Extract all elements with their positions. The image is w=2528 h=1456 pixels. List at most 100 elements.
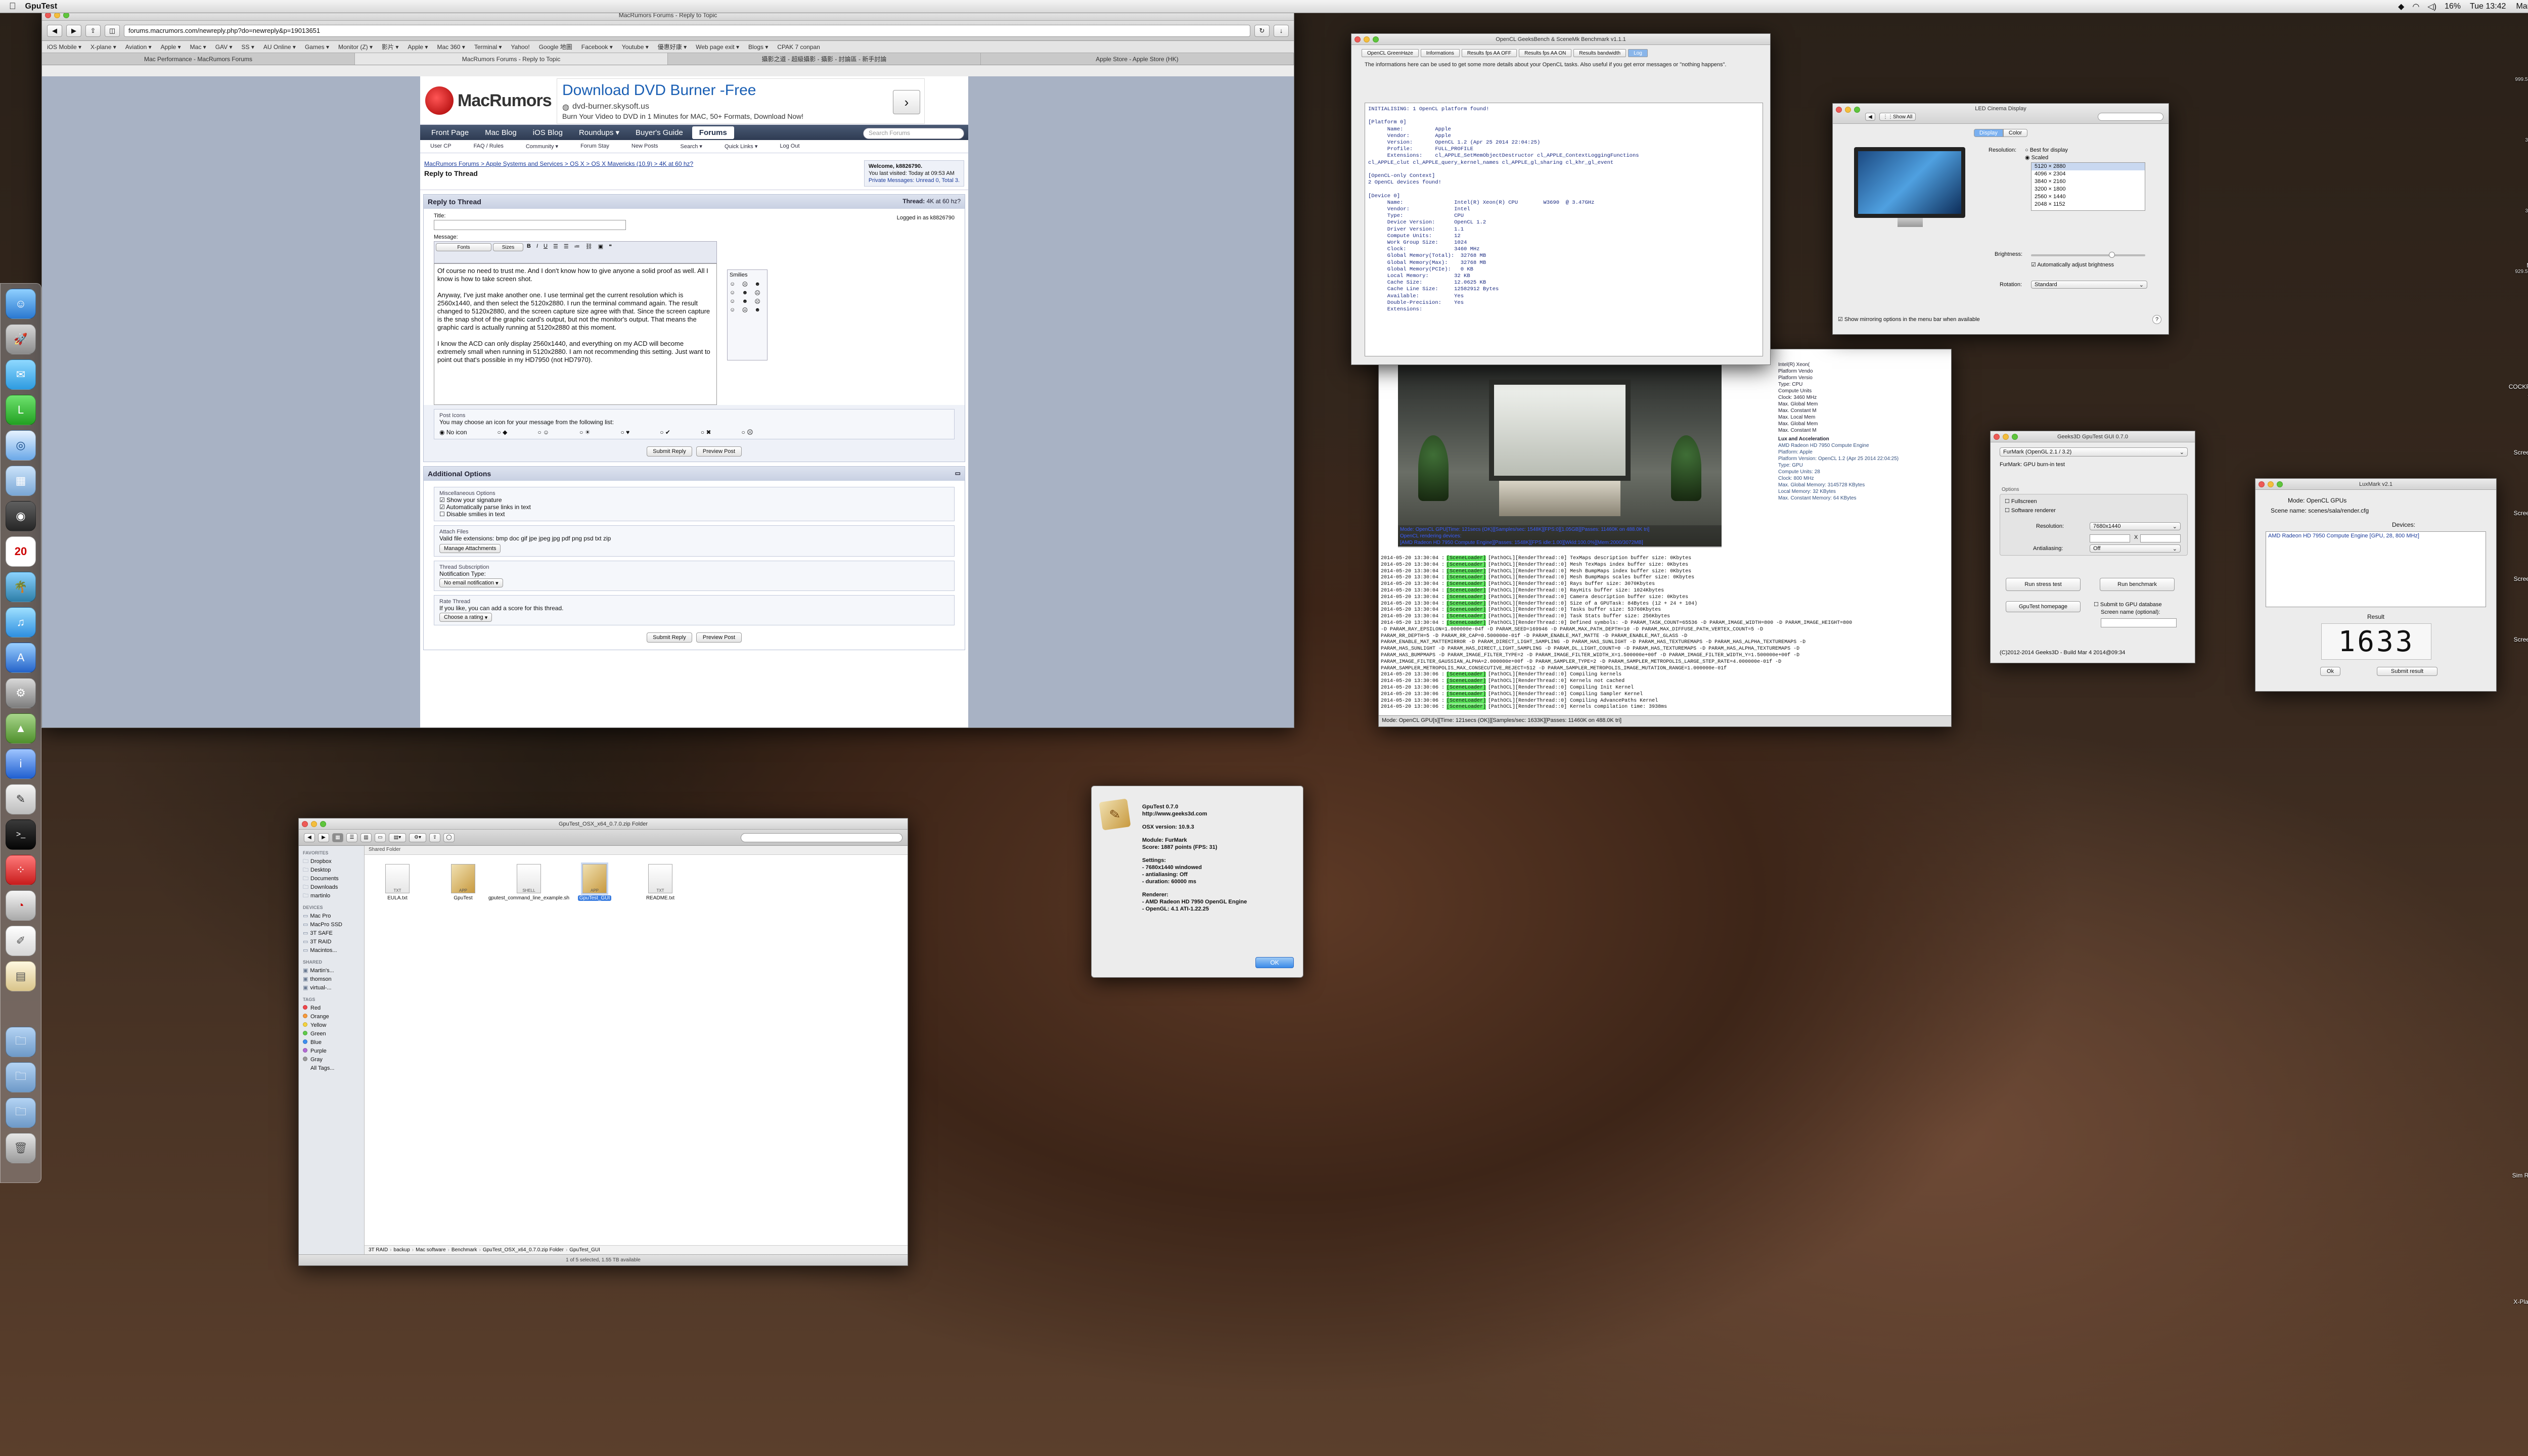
trash-icon[interactable]: 🗑 [6, 1133, 36, 1163]
help-icon[interactable]: ? [2152, 315, 2161, 324]
forum-nav-item[interactable]: Front Page [424, 126, 476, 139]
image-icon[interactable]: ▣ [596, 243, 605, 261]
smiley-icon[interactable]: ☹ [742, 281, 753, 288]
path-segment[interactable]: GpuTest_GUI [569, 1247, 600, 1253]
sidebar-item[interactable]: ▭ 3T SAFE [303, 929, 360, 938]
action-button[interactable]: ⚙▾ [409, 833, 426, 842]
submit-db-checkbox[interactable]: ☐ Submit to GPU database [2094, 601, 2162, 608]
desktop-icon[interactable]: ▣Screen Shot 2014-05...t 13.27.00 [2508, 415, 2528, 463]
bottle-icon[interactable]: ▲ [6, 713, 36, 744]
smiley-icon[interactable]: ☹ [754, 290, 765, 296]
forum-subnav-item[interactable]: Quick Links ▾ [725, 143, 757, 150]
bookmark-item[interactable]: 影片 ▾ [382, 42, 398, 51]
notification-select[interactable]: No email notification ▾ [439, 578, 503, 587]
opencl-log[interactable]: INITIALISING: 1 OpenCL platform found! [… [1365, 103, 1763, 356]
browser-tab[interactable]: Mac Performance - MacRumors Forums [42, 53, 355, 65]
bookmark-item[interactable]: 優惠好康 ▾ [658, 42, 687, 51]
preview-post-button-bottom[interactable]: Preview Post [696, 632, 742, 643]
run-benchmark-button[interactable]: Run benchmark [2100, 578, 2175, 591]
smiley-icon[interactable]: ☻ [742, 298, 753, 305]
back-button[interactable]: ◀ [1865, 113, 1875, 121]
calendar-icon[interactable]: 20 [6, 536, 36, 567]
zoom-button[interactable] [2012, 434, 2018, 440]
preview-post-button[interactable]: Preview Post [696, 446, 742, 457]
bookmark-item[interactable]: Yahoo! [511, 43, 530, 51]
best-for-display-radio[interactable]: ○ Best for display [2025, 147, 2068, 153]
dropbox-icon[interactable]: ◆ [2394, 2, 2408, 12]
bookmark-item[interactable]: GAV ▾ [215, 43, 233, 51]
app-menu[interactable]: GpuTest [25, 2, 58, 11]
resolution-option[interactable]: 2048 × 1152 [2032, 201, 2145, 208]
info-icon[interactable]: i [6, 749, 36, 779]
resolution-option[interactable]: 4096 × 2304 [2032, 170, 2145, 178]
file-item[interactable]: SHELL gputest_command_line_example.sh [488, 864, 569, 901]
forum-subnav-item[interactable]: New Posts [631, 143, 658, 150]
desktop-icon[interactable]: ≡X-Plane Installer Log.txt [2508, 1264, 2528, 1305]
share-button[interactable]: ⇪ [85, 24, 101, 37]
smiley-icon[interactable]: ☻ [754, 281, 765, 288]
display-search-input[interactable] [2098, 113, 2163, 121]
bookmark-item[interactable]: X-plane ▾ [91, 43, 116, 51]
desktop-icon[interactable]: ▭3T RAID3 TB, 1.55 TB free [2508, 167, 2528, 214]
bookmark-item[interactable]: Aviation ▾ [125, 43, 152, 51]
file-item[interactable]: APP GpuTest [440, 864, 486, 901]
bold-icon[interactable]: B [525, 243, 533, 261]
desktop-icon[interactable]: WCOCKPIT CREW ROSTER 2...50411.doc [2508, 349, 2528, 397]
post-icon-radio[interactable]: ○ ♥ [621, 429, 630, 436]
forum-nav-item[interactable]: Forums [692, 126, 734, 139]
gputest-homepage-button[interactable]: GpuTest homepage [2006, 601, 2081, 612]
show-all-button[interactable]: ⋮⋮ Show All [1879, 113, 1916, 121]
menubar-clock[interactable]: Tue 13:42 [2465, 2, 2511, 11]
desktop-icon[interactable]: ▣Screen Shot 2014-05...t 13.41.31 [2508, 602, 2528, 650]
forward-button[interactable]: ▶ [318, 833, 329, 842]
bookmark-item[interactable]: Blogs ▾ [748, 43, 768, 51]
messages-icon[interactable]: ✉ [6, 359, 36, 390]
submit-result-button[interactable]: Submit result [2377, 667, 2437, 676]
apple-icon[interactable]:  [0, 1, 25, 12]
bookmark-item[interactable]: Mac ▾ [190, 43, 206, 51]
wifi-icon[interactable]: ◠ [2408, 2, 2423, 12]
bookmark-item[interactable]: Terminal ▾ [474, 43, 502, 51]
terminal-icon[interactable]: >_ [6, 820, 36, 850]
italic-icon[interactable]: I [534, 243, 540, 261]
zoom-button[interactable] [2277, 481, 2283, 487]
minimize-button[interactable] [1364, 36, 1370, 42]
sidebar-item[interactable]: 🗀 Dropbox [303, 857, 360, 866]
forum-subnav-item[interactable]: Forum Stay [580, 143, 609, 150]
zoom-button[interactable] [1854, 107, 1860, 113]
test-select[interactable]: FurMark (OpenGL 2.1 / 3.2) ⌄ [2000, 447, 2188, 457]
sidebar-item[interactable]: ▭ Macintos... [303, 946, 360, 955]
back-button[interactable]: ◀ [47, 24, 62, 37]
share-button[interactable]: ⇪ [429, 833, 440, 842]
path-segment[interactable]: Benchmark [452, 1247, 477, 1253]
rating-select[interactable]: Choose a rating ▾ [439, 613, 492, 622]
post-icon-radio[interactable]: ○ ☀ [579, 429, 590, 436]
reload-button[interactable]: ↻ [1254, 24, 1270, 37]
bookmark-item[interactable]: Apple ▾ [161, 43, 181, 51]
path-segment[interactable]: Mac software [416, 1247, 445, 1253]
line-icon[interactable]: L [6, 395, 36, 425]
finder-icon[interactable]: ☺ [6, 289, 36, 319]
breadcrumb[interactable]: MacRumors Forums > Apple Systems and Ser… [424, 160, 693, 167]
forum-subnav-item[interactable]: FAQ / Rules [474, 143, 504, 150]
ok-button[interactable]: Ok [2320, 667, 2340, 676]
sidebar-item[interactable]: 🗀 Desktop [303, 866, 360, 875]
opencl-tab[interactable]: Results fps AA OFF [1461, 49, 1517, 57]
devices-list[interactable]: AMD Radeon HD 7950 Compute Engine [GPU, … [2266, 531, 2486, 607]
forum-subnav-item[interactable]: Community ▾ [526, 143, 558, 150]
collapse-icon[interactable]: ▭ [955, 470, 961, 478]
forum-subnav-item[interactable]: Log Out [780, 143, 799, 150]
post-icon-radio[interactable]: ○ ◆ [498, 429, 508, 436]
smiley-icon[interactable]: ☹ [742, 307, 753, 313]
mirroring-checkbox[interactable]: ☑ Show mirroring options in the menu bar… [1838, 316, 1980, 323]
disable-smilies-checkbox[interactable]: ☐ Disable smilies in text [439, 511, 949, 518]
close-button[interactable] [1994, 434, 2000, 440]
run-stress-test-button[interactable]: Run stress test [2006, 578, 2081, 591]
textedit-icon[interactable]: ✐ [6, 926, 36, 956]
path-segment[interactable]: 3T RAID [369, 1247, 388, 1253]
width-input[interactable] [2090, 534, 2130, 542]
coverflow-view-button[interactable]: ▭ [375, 833, 386, 842]
private-messages-link[interactable]: Private Messages: Unread 0, Total 3. [869, 177, 960, 184]
minimize-button[interactable] [1845, 107, 1851, 113]
opencl-tab[interactable]: Results bandwidth [1573, 49, 1627, 57]
